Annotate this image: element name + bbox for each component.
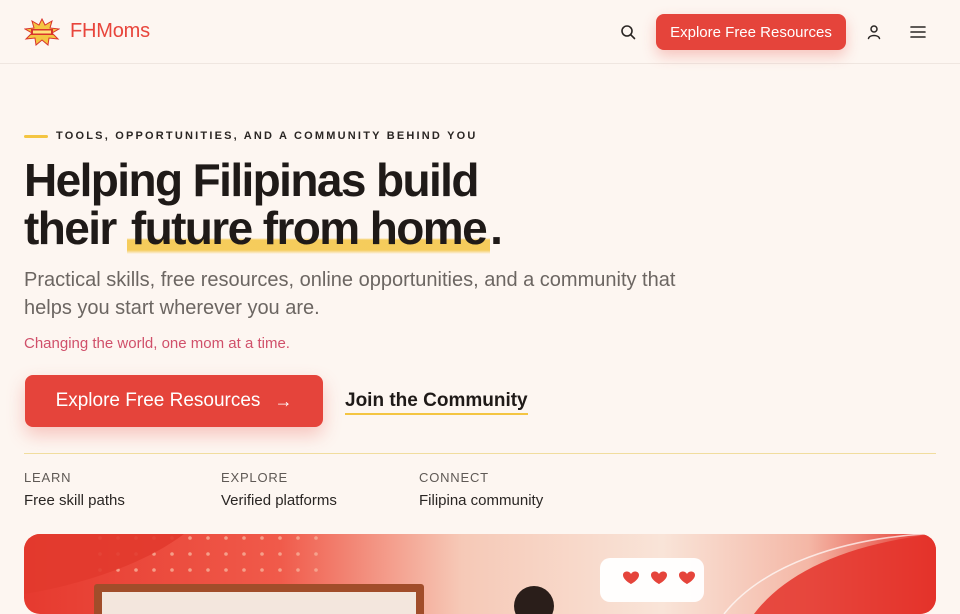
hero-illustration-art [24,534,936,614]
hero-tagline: Changing the world, one mom at a time. [24,335,290,352]
hero-title-start: their [24,202,117,254]
hero-title-line-2: their future from home. [24,202,664,254]
stat-label: CONNECT [419,470,489,485]
hero-title-end: . [490,202,503,254]
explore-resources-header-button[interactable]: Explore Free Resources [656,14,846,50]
hero-eyebrow: TOOLS, OPPORTUNITIES, AND A COMMUNITY BE… [56,130,478,142]
hero-title: Helping Filipinas build their future fro… [24,154,664,254]
hero-title-highlight: future from home [126,202,491,254]
menu-icon[interactable] [906,20,930,44]
stat-label: EXPLORE [221,470,289,485]
search-icon[interactable] [616,20,640,44]
eyebrow-accent [24,135,48,138]
explore-resources-label: Explore Free Resources [55,390,261,411]
hero-illustration [24,534,936,614]
site-header: FHMoms Explore Free Resources [0,0,960,64]
stat-value: Free skill paths [24,492,125,509]
section-divider [24,453,936,454]
hero-title-line-1: Helping Filipinas build [24,154,479,206]
stat-explore: EXPLORE Verified platforms [221,470,337,509]
stat-connect: CONNECT Filipina community [419,470,543,509]
explore-resources-button[interactable]: Explore Free Resources → [25,375,323,427]
logo-icon[interactable] [24,18,60,46]
stat-learn: LEARN Free skill paths [24,470,125,509]
join-community-link[interactable]: Join the Community [345,390,528,415]
stat-label: LEARN [24,470,72,485]
arrow-right-icon: → [274,390,293,411]
stat-value: Filipina community [419,492,544,509]
stat-value: Verified platforms [221,492,337,509]
hero-subtitle: Practical skills, free resources, online… [24,269,676,319]
user-icon[interactable] [862,20,886,44]
brand-name[interactable]: FHMoms [70,20,150,43]
